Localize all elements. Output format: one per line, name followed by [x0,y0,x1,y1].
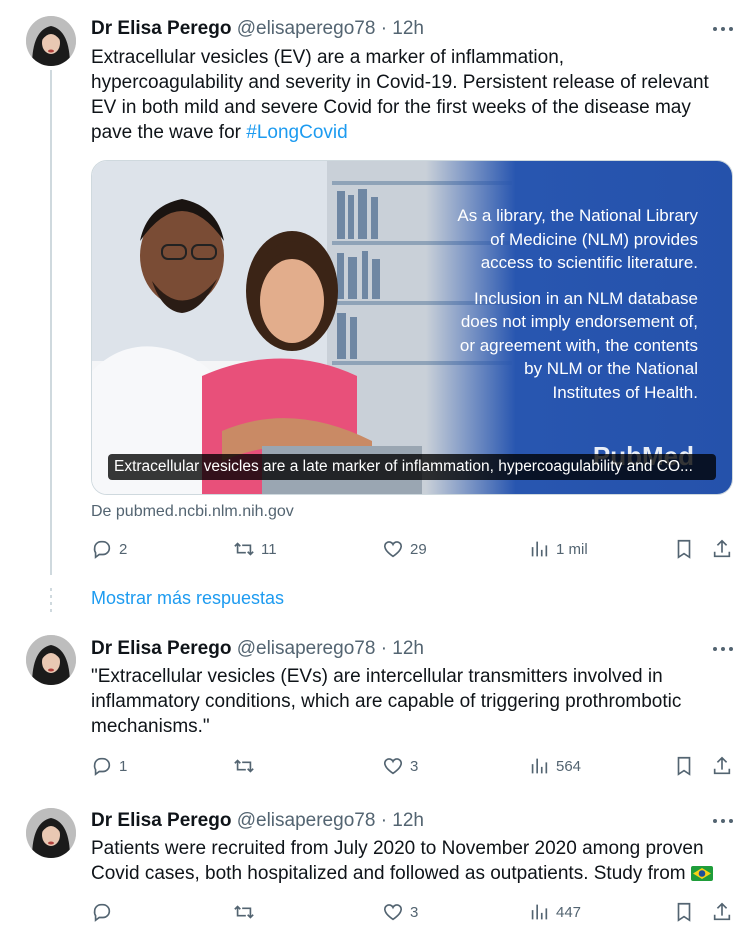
more-icon[interactable] [712,645,734,653]
retweet-icon [234,759,254,773]
separator: · [380,638,388,659]
tweet-header: Dr Elisa Perego @elisaperego78 · 12h [91,638,424,660]
tweet-actions: 2 11 29 1 mil [91,538,741,564]
tweet-text: Extracellular vesicles (EV) are a marker… [91,45,721,145]
like-button[interactable]: 3 [382,901,418,923]
thread-line [50,70,52,575]
retweet-button[interactable]: 11 [233,538,277,560]
author-name[interactable]: Dr Elisa Perego [91,638,231,659]
card-overlay-text: As a library, the National Library of Me… [368,204,698,404]
tweet-header: Dr Elisa Perego @elisaperego78 · 12h [91,810,424,832]
card-title: Extracellular vesicles are a late marker… [108,454,716,480]
bookmark-icon [677,539,691,559]
views-button[interactable]: 1 mil [528,538,588,560]
reply-button[interactable]: 2 [91,538,127,560]
views-button[interactable]: 564 [528,755,581,777]
overlay-line: Institutes of Health. [552,382,698,402]
tweet-actions: 1 3 564 [91,755,741,781]
author-handle[interactable]: @elisaperego78 [237,18,376,39]
separator: · [380,18,388,39]
author-name[interactable]: Dr Elisa Perego [91,810,231,831]
views-button[interactable]: 447 [528,901,581,923]
tweet-text: Patients were recruited from July 2020 t… [91,836,721,886]
views-count: 1 mil [556,540,588,558]
bookmark-button[interactable] [673,755,695,777]
overlay-line: by NLM or the National [524,359,698,378]
brazil-flag-icon [690,866,713,881]
avatar[interactable] [26,808,76,858]
like-icon [383,541,403,558]
retweet-icon [234,905,254,919]
timestamp[interactable]: 12h [392,638,424,659]
avatar[interactable] [26,635,76,685]
like-count: 3 [410,757,419,775]
bookmark-button[interactable] [673,538,695,560]
views-count: 564 [556,757,582,775]
card-source[interactable]: De pubmed.ncbi.nlm.nih.gov [91,503,294,521]
overlay-line: or agreement with, the contents [459,335,698,355]
share-button[interactable] [711,901,733,923]
hashtag-link[interactable]: #LongCovid [246,122,347,143]
share-icon [713,539,731,558]
views-count: 447 [556,903,582,921]
like-count: 3 [410,903,419,921]
author-handle[interactable]: @elisaperego78 [237,638,376,659]
retweet-count: 11 [261,540,277,558]
reply-count: 1 [119,757,128,775]
tweet-text: "Extracellular vesicles (EVs) are interc… [91,666,682,737]
thread-gap-indicator [50,588,52,612]
author-name[interactable]: Dr Elisa Perego [91,18,231,39]
reply-button[interactable]: 1 [91,755,127,777]
bookmark-icon [677,756,691,776]
bookmark-button[interactable] [673,901,695,923]
views-icon [531,904,548,920]
like-count: 29 [410,540,427,558]
more-icon[interactable] [712,817,734,825]
views-icon [531,541,548,557]
share-button[interactable] [711,755,733,777]
share-icon [713,756,731,775]
reply-icon [93,757,111,776]
like-icon [383,758,403,775]
retweet-button[interactable] [233,901,261,923]
avatar[interactable] [26,16,76,66]
retweet-icon [234,542,254,556]
tweet-header: Dr Elisa Perego @elisaperego78 · 12h [91,18,424,40]
more-icon[interactable] [712,25,734,33]
show-more-replies-link[interactable]: Mostrar más respuestas [91,588,284,609]
overlay-line: Inclusion in an NLM database [474,288,698,308]
separator: · [380,810,388,831]
tweet-text-content: Patients were recruited from July 2020 t… [91,838,704,884]
overlay-line: As a library, the National Library [457,206,698,225]
like-button[interactable]: 29 [382,538,427,560]
views-icon [531,758,548,774]
timestamp[interactable]: 12h [392,18,424,39]
overlay-line: does not imply endorsement of, [460,312,698,331]
tweet-actions: 3 447 [91,901,741,927]
reply-count: 2 [119,540,128,558]
reply-icon [93,903,111,922]
share-icon [713,902,731,921]
like-button[interactable]: 3 [382,755,418,777]
overlay-line: access to scientific literature. [480,253,698,272]
timestamp[interactable]: 12h [392,810,424,831]
share-button[interactable] [711,538,733,560]
link-card[interactable]: As a library, the National Library of Me… [91,160,733,495]
author-handle[interactable]: @elisaperego78 [237,810,376,831]
like-icon [383,904,403,921]
overlay-line: of Medicine (NLM) provides [490,229,698,249]
reply-icon [93,540,111,559]
reply-button[interactable] [91,901,119,923]
tweet-text-content: Extracellular vesicles (EV) are a marker… [91,47,709,143]
retweet-button[interactable] [233,755,261,777]
bookmark-icon [677,902,691,922]
